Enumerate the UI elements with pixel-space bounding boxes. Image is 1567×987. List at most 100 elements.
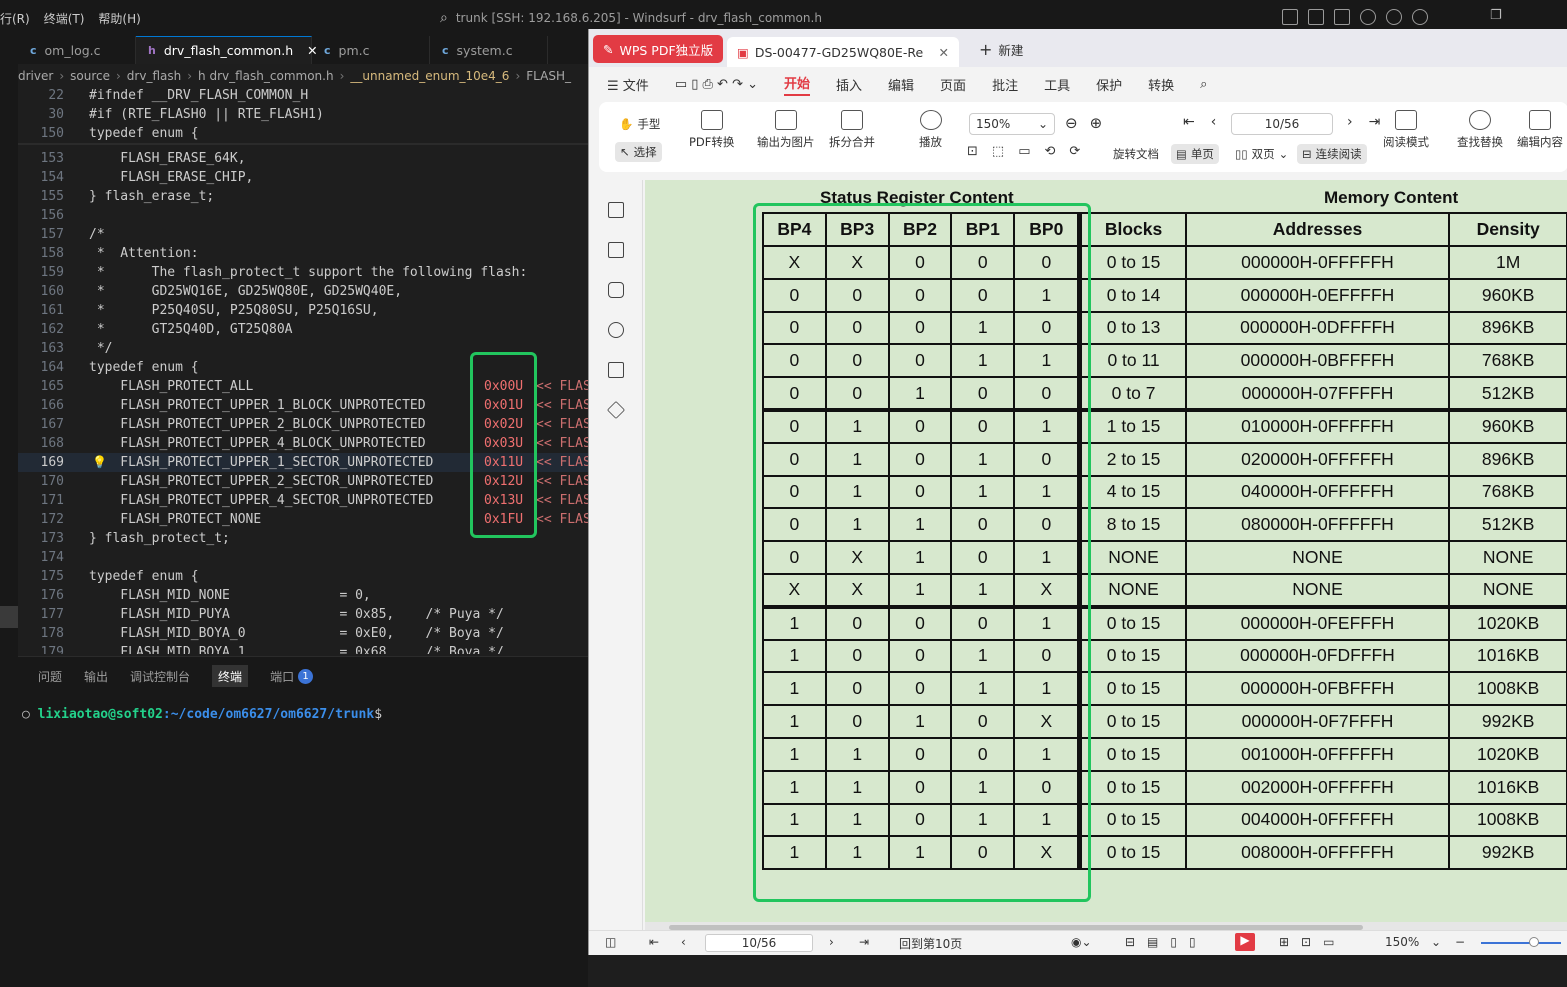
find-replace-button[interactable]: 查找替换 [1457, 110, 1503, 150]
view-icons[interactable]: ⊡ ⬚ ▭ ⟲ ⟳ [967, 144, 1080, 159]
layers-icon[interactable] [606, 400, 626, 420]
last-page-icon[interactable]: ⇥ [859, 935, 869, 949]
tab-ports[interactable]: 端口 1 [270, 665, 314, 687]
new-tab-button[interactable]: + 新建 [969, 35, 1033, 63]
next-page-icon[interactable]: › [829, 935, 834, 949]
first-page-icon[interactable]: ⇤ [1183, 114, 1195, 130]
menu-edit[interactable]: 编辑 [888, 75, 914, 94]
edit-content-button[interactable]: 编辑内容 [1517, 110, 1563, 150]
breadcrumb-file[interactable]: h drv_flash_common.h [198, 69, 334, 83]
code-line[interactable]: 175 typedef enum { [18, 567, 588, 586]
fit-icons[interactable]: ⊞⊡▭ [1279, 935, 1346, 949]
tab-system[interactable]: c system.c [430, 36, 548, 64]
menu-open-icon[interactable]: ▭ ▯ ⎙ ↶ ↷ ⌄ [675, 77, 758, 92]
code-line[interactable]: 160 * GD25WQ16E, GD25WQ80E, GD25WQ40E, [18, 282, 588, 301]
double-page-button[interactable]: ▯▯ 双页 ⌄ [1235, 146, 1288, 162]
sidebar-toggle-icon[interactable] [1308, 9, 1324, 25]
code-line[interactable]: 177 FLASH_MID_PUYA = 0x85, /* Puya */ [18, 605, 588, 624]
code-line[interactable]: 159 * The flash_protect_t support the fo… [18, 263, 588, 282]
code-line[interactable]: 156 [18, 206, 588, 225]
menu-convert[interactable]: 转换 [1148, 75, 1174, 94]
menu-protect[interactable]: 保护 [1096, 75, 1122, 94]
breadcrumb-source[interactable]: source [70, 69, 110, 83]
single-page-button[interactable]: ▤ 单页 [1171, 144, 1219, 164]
zoom-slider[interactable] [1481, 942, 1561, 944]
sidebar-toggle-icon[interactable]: ◫ [605, 935, 616, 949]
wps-brand-button[interactable]: ✎ WPS PDF独立版 [593, 35, 724, 63]
tab-problems[interactable]: 问题 [38, 665, 62, 687]
hand-tool-button[interactable]: ✋ 手型 [619, 116, 660, 132]
fit-page-icon[interactable]: ⬚ [992, 144, 1004, 159]
search-icon[interactable]: ⌕ [1200, 77, 1207, 92]
menu-terminal[interactable]: 终端(T) [44, 10, 85, 27]
tab-debug-console[interactable]: 调试控制台 [130, 665, 190, 687]
document-tab[interactable]: ▣ DS-00477-GD25WQ80E-Re ✕ [727, 37, 959, 67]
code-line[interactable]: 161 * P25Q40SU, P25Q80SU, P25Q16SU, [18, 301, 588, 320]
status-page-input[interactable]: 10/56 [705, 934, 813, 952]
zoom-out-icon[interactable]: ⊖ [1065, 114, 1078, 132]
breadcrumb-enum[interactable]: __unnamed_enum_10e4_6 [350, 69, 509, 83]
layout-icon[interactable] [1282, 9, 1298, 25]
next-page-icon[interactable]: › [1347, 114, 1353, 130]
code-line[interactable]: 174 [18, 548, 588, 567]
sync-icon[interactable] [1386, 9, 1402, 25]
select-tool-button[interactable]: ↖ 选择 [615, 142, 662, 162]
close-icon[interactable]: ✕ [939, 45, 949, 60]
code-line[interactable]: 158 * Attention: [18, 244, 588, 263]
panel-toggle-icon[interactable] [1334, 9, 1350, 25]
continuous-read-button[interactable]: ⊟ 连续阅读 [1297, 144, 1367, 164]
fit-width-icon[interactable]: ▭ [1018, 144, 1030, 159]
read-mode-button[interactable]: 阅读模式 [1383, 110, 1429, 150]
actual-size-icon[interactable]: ⊡ [967, 144, 978, 159]
page-nav[interactable]: ⇤ ‹ [1183, 114, 1216, 130]
code-line[interactable]: 179 FLASH_MID_BOYA_1 = 0x68, /* Boya */ [18, 643, 588, 654]
restore-icon[interactable]: ❐ [1490, 8, 1502, 23]
menu-page[interactable]: 页面 [940, 75, 966, 94]
chevron-down-icon[interactable]: ⌄ [1431, 935, 1441, 949]
zoom-select[interactable]: 150% ⌄ [969, 113, 1055, 135]
zoom-in-icon[interactable]: ⊕ [1090, 114, 1103, 132]
code-line[interactable]: 153 FLASH_ERASE_64K, [18, 149, 588, 168]
comment-icon[interactable] [608, 282, 624, 298]
play-button[interactable]: 播放 [919, 110, 942, 150]
play-icon[interactable]: ▶ [1235, 933, 1255, 951]
tab-pm[interactable]: c pm.c [312, 36, 430, 64]
tab-terminal[interactable]: 终端 [212, 665, 249, 687]
code-line[interactable]: 178 FLASH_MID_BOYA_0 = 0xE0, /* Boya */ [18, 624, 588, 643]
page-input[interactable]: 10/56 [1231, 113, 1333, 135]
code-line[interactable]: 157 /* [18, 225, 588, 244]
pdf-page-view[interactable]: Status Register Content Memory Content B… [645, 180, 1567, 922]
status-zoom[interactable]: 150% [1385, 935, 1419, 949]
thumbnail-icon[interactable] [608, 242, 624, 258]
tab-om-log[interactable]: c om_log.c [18, 36, 136, 64]
menu-insert[interactable]: 插入 [836, 75, 862, 94]
export-image-button[interactable]: 输出为图片 [757, 110, 815, 150]
code-line[interactable]: 176 FLASH_MID_NONE = 0, [18, 586, 588, 605]
prev-page-icon[interactable]: ‹ [1211, 114, 1217, 130]
signature-icon[interactable] [608, 362, 624, 378]
menu-tools[interactable]: 工具 [1044, 75, 1070, 94]
menu-run[interactable]: 行(R) [0, 10, 30, 27]
rotate-document-button[interactable]: 旋转文档 [1113, 146, 1159, 162]
breadcrumb-driver[interactable]: driver [18, 69, 53, 83]
breadcrumb-symbol[interactable]: FLASH_ [526, 69, 571, 83]
menu-file[interactable]: ☰ 文件 [607, 75, 649, 94]
zoom-slider-handle[interactable] [1529, 937, 1539, 947]
tab-output[interactable]: 输出 [84, 665, 108, 687]
bookmark-icon[interactable] [608, 202, 624, 218]
rotate-left-icon[interactable]: ⟲ [1045, 144, 1056, 159]
last-page-icon[interactable]: ⇥ [1369, 114, 1381, 130]
menu-start[interactable]: 开始 [784, 73, 811, 96]
code-line[interactable]: 150 typedef enum { [18, 124, 588, 143]
code-line[interactable]: 162 * GT25Q40D, GT25Q80A [18, 320, 588, 339]
zoom-controls[interactable]: ⊖ ⊕ [1065, 114, 1102, 132]
secondary-sidebar-icon[interactable] [1360, 9, 1376, 25]
search-icon[interactable]: ⌕ [440, 10, 448, 26]
code-line[interactable]: 154 FLASH_ERASE_CHIP, [18, 168, 588, 187]
menu-annotate[interactable]: 批注 [992, 75, 1018, 94]
tab-drv-flash-common[interactable]: h drv_flash_common.h ✕ [136, 36, 318, 64]
split-merge-button[interactable]: 拆分合并 [829, 110, 875, 150]
page-nav-next[interactable]: › ⇥ [1347, 114, 1380, 130]
view-mode-icons[interactable]: ⊟▤▯▯ [1125, 935, 1208, 949]
attachment-icon[interactable] [608, 322, 624, 338]
